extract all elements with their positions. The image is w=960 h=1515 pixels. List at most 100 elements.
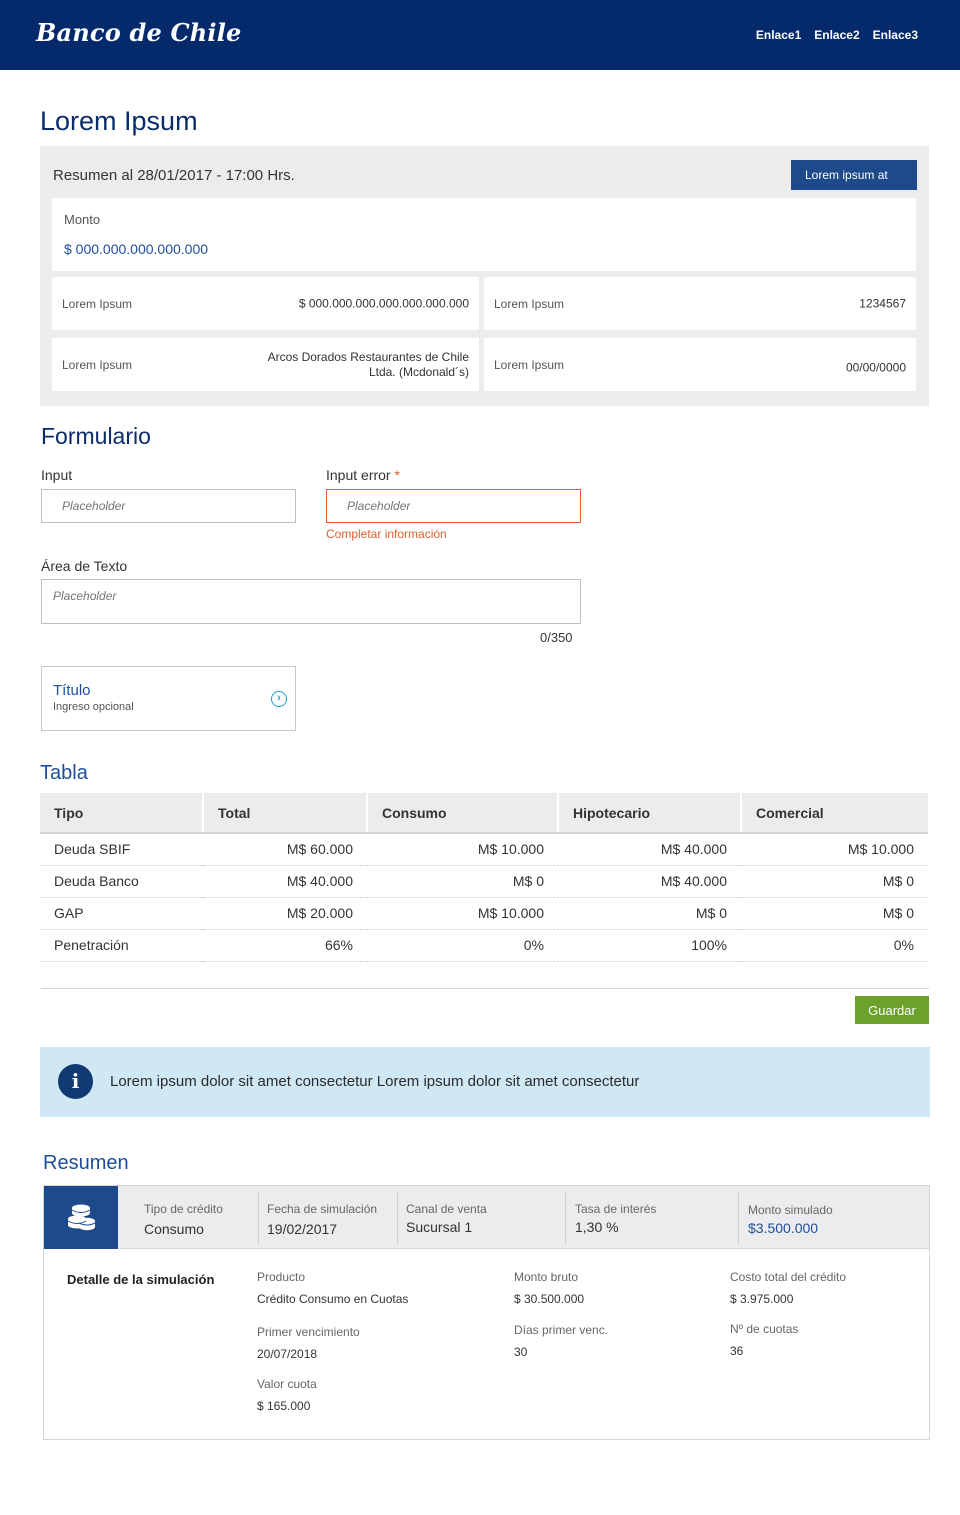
field-label: Producto	[257, 1270, 306, 1284]
info-banner: i Lorem ipsum dolor sit amet consectetur…	[40, 1047, 930, 1117]
summary-item-label: Lorem Ipsum	[62, 357, 133, 372]
table-row: Penetración 66% 0% 100% 0%	[40, 929, 928, 962]
info-icon: i	[58, 1064, 93, 1099]
table-cell: Penetración	[40, 929, 203, 962]
summary-panel: Resumen al 28/01/2017 - 17:00 Hrs. Lorem…	[40, 146, 929, 406]
field-value: $ 165.000	[257, 1399, 311, 1413]
detail-field: Monto bruto $ 30.500.000	[514, 1270, 584, 1306]
chevron-right-icon[interactable]: ›	[271, 691, 287, 707]
table-cell: M$ 40.000	[558, 833, 741, 866]
summary-item-value: 00/00/0000	[845, 360, 906, 375]
detail-field: Valor cuota $ 165.000	[257, 1377, 317, 1413]
summary-item: Lorem Ipsum Arcos Dorados Restaurantes d…	[52, 338, 479, 391]
debt-table: Tipo Total Consumo Hipotecario Comercial…	[40, 793, 928, 962]
table-row: Deuda Banco M$ 40.000 M$ 0 M$ 40.000 M$ …	[40, 865, 928, 898]
table-cell: M$ 40.000	[203, 865, 367, 898]
table-cell: M$ 10.000	[367, 833, 558, 866]
info-text: Lorem ipsum dolor sit amet consectetur L…	[110, 1073, 640, 1090]
sim-value: 19/02/2017	[267, 1221, 338, 1237]
detail-field: Nº de cuotas 36	[730, 1322, 798, 1358]
nav-link-1[interactable]: Enlace1	[756, 28, 801, 42]
text-area[interactable]	[41, 579, 581, 624]
field-label: Valor cuota	[257, 1377, 317, 1391]
simulation-title: Resumen	[43, 1152, 129, 1174]
nav-link-2[interactable]: Enlace2	[814, 28, 859, 42]
table-cell: M$ 0	[558, 897, 741, 930]
summary-item-label: Lorem Ipsum	[62, 296, 133, 311]
header-nav: Enlace1 Enlace2 Enlace3	[756, 28, 918, 42]
textarea-counter: 0/350	[540, 630, 573, 645]
table-cell: M$ 0	[367, 865, 558, 898]
monto-card: Monto $ 000.000.000.000.000	[52, 198, 916, 271]
column-header: Hipotecario	[558, 793, 742, 834]
field-value: Crédito Consumo en Cuotas	[257, 1292, 409, 1306]
summary-item-label: Lorem Ipsum	[494, 357, 565, 372]
summary-item-value: Arcos Dorados Restaurantes de Chile Ltda…	[268, 350, 469, 380]
save-button[interactable]: Guardar	[855, 996, 929, 1024]
simulation-header: Tipo de crédito Consumo Fecha de simulac…	[43, 1185, 930, 1250]
table-cell: 66%	[203, 929, 367, 962]
bank-logo[interactable]: Banco de Chile	[36, 18, 242, 47]
summary-item: Lorem Ipsum 00/00/0000	[484, 338, 916, 391]
table-cell: M$ 0	[741, 897, 928, 930]
summary-item: Lorem Ipsum 1234567	[484, 277, 916, 330]
error-input[interactable]	[326, 489, 581, 523]
summary-title: Resumen al 28/01/2017 - 17:00 Hrs.	[53, 167, 295, 184]
field-value: 20/07/2018	[257, 1347, 318, 1361]
text-input[interactable]	[41, 489, 296, 523]
column-header: Tipo	[40, 793, 204, 834]
input-label: Input	[41, 467, 73, 483]
column-divider	[738, 1192, 739, 1244]
column-divider	[258, 1192, 259, 1244]
table-cell: M$ 60.000	[203, 833, 367, 866]
summary-action-button[interactable]: Lorem ipsum at	[791, 160, 917, 190]
field-value: $ 3.975.000	[730, 1292, 794, 1306]
column-header: Total	[203, 793, 368, 834]
textarea-label: Área de Texto	[41, 558, 128, 574]
field-label: Nº de cuotas	[730, 1322, 799, 1336]
summary-item-value: $ 000.000.000.000.000.000.000	[298, 296, 469, 310]
coins-icon	[44, 1186, 118, 1250]
error-message: Completar información	[326, 527, 447, 541]
table-cell: GAP	[40, 897, 203, 930]
table-cell: M$ 10.000	[367, 897, 558, 930]
detail-field: Días primer venc. 30	[514, 1323, 608, 1359]
table-cell: M$ 20.000	[203, 897, 367, 930]
table-cell: 0%	[367, 929, 558, 962]
column-divider	[397, 1192, 398, 1244]
detail-field: Primer vencimiento 20/07/2018	[257, 1325, 360, 1361]
field-value: 36	[730, 1344, 744, 1358]
table-cell: M$ 40.000	[558, 865, 741, 898]
nav-link-3[interactable]: Enlace3	[873, 28, 918, 42]
table-header-row: Tipo Total Consumo Hipotecario Comercial	[40, 793, 928, 834]
summary-item-value-line: Ltda. (Mcdonald´s)	[368, 364, 469, 379]
sim-label: Canal de venta	[406, 1202, 487, 1216]
field-value: 30	[514, 1345, 528, 1359]
sim-label: Tipo de crédito	[144, 1202, 223, 1216]
field-label: Costo total del crédito	[730, 1270, 847, 1284]
page-title: Lorem Ipsum	[40, 106, 198, 136]
optional-card[interactable]: Título Ingreso opcional ›	[41, 666, 296, 731]
field-label: Días primer venc.	[514, 1323, 609, 1337]
column-header: Comercial	[741, 793, 928, 834]
table-cell: Deuda SBIF	[40, 833, 203, 866]
table-cell: M$ 0	[741, 865, 928, 898]
field-label: Primer vencimiento	[257, 1325, 360, 1339]
sim-value-accent: $3.500.000	[748, 1220, 819, 1236]
monto-label: Monto	[64, 212, 101, 227]
monto-value: $ 000.000.000.000.000	[64, 241, 209, 257]
required-mark: *	[394, 467, 400, 483]
optional-card-title: Título	[53, 682, 91, 699]
optional-card-subtitle: Ingreso opcional	[53, 701, 134, 713]
detail-field: Costo total del crédito $ 3.975.000	[730, 1270, 846, 1306]
column-header: Consumo	[367, 793, 559, 834]
table-cell: M$ 10.000	[741, 833, 928, 866]
table-row: Deuda SBIF M$ 60.000 M$ 10.000 M$ 40.000…	[40, 833, 928, 866]
table-row: GAP M$ 20.000 M$ 10.000 M$ 0 M$ 0	[40, 897, 928, 930]
table-cell: Deuda Banco	[40, 865, 203, 898]
sim-label: Fecha de simulación	[267, 1202, 378, 1216]
summary-item-label: Lorem Ipsum	[494, 296, 565, 311]
sim-value: 1,30 %	[575, 1219, 619, 1235]
field-label: Monto bruto	[514, 1270, 579, 1284]
detail-title: Detalle de la simulación	[67, 1272, 215, 1287]
